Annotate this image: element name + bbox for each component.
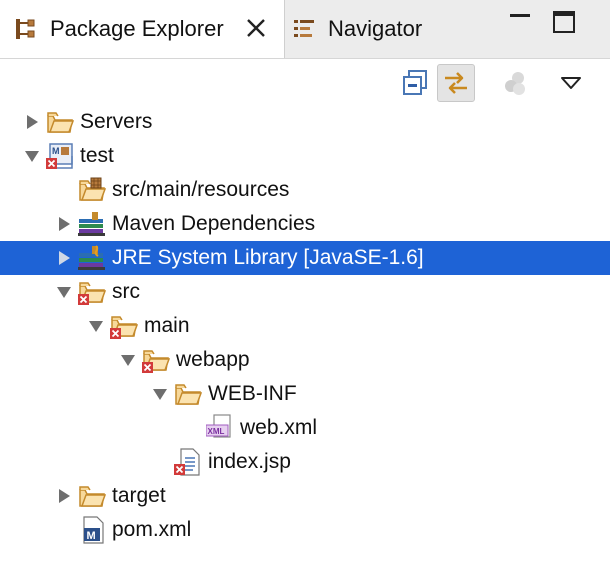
svg-text:M: M — [52, 146, 60, 156]
tree-item[interactable]: webapp — [0, 343, 610, 377]
svg-text:M: M — [87, 530, 96, 542]
tree-item-label: target — [112, 484, 166, 507]
tree-item[interactable]: XML web.xml — [0, 411, 610, 445]
tree-item[interactable]: Servers — [0, 105, 610, 139]
twisty-collapsed-icon[interactable] — [56, 250, 72, 266]
jsp-file-error-icon — [174, 448, 200, 476]
tree-item-label: Servers — [80, 110, 153, 133]
tree-item-label: src/main/resources — [112, 178, 290, 201]
tree-item[interactable]: Mtest — [0, 139, 610, 173]
focus-on-active-task-button[interactable] — [496, 64, 534, 102]
maven-project-error-icon: M — [46, 143, 73, 169]
twisty-expanded-icon[interactable] — [88, 318, 104, 334]
twisty-expanded-icon[interactable] — [120, 352, 136, 368]
folder-icon — [47, 112, 74, 133]
folder-icon — [79, 486, 106, 507]
tree-item[interactable]: src/main/resources — [0, 173, 610, 207]
twisty-collapsed-icon[interactable] — [56, 488, 72, 504]
close-icon[interactable] — [244, 16, 268, 40]
tree-item[interactable]: main — [0, 309, 610, 343]
tree-item-label: src — [112, 280, 140, 303]
folder-error-icon — [142, 350, 170, 373]
svg-text:XML: XML — [208, 427, 225, 436]
tree-item[interactable]: index.jsp — [0, 445, 610, 479]
view-menu-button[interactable] — [552, 64, 590, 102]
tree-item[interactable]: JRE System Library [JavaSE-1.6] — [0, 241, 610, 275]
tab-label: Navigator — [328, 16, 423, 41]
view-tab-bar: Package Explorer Navigator — [0, 0, 610, 59]
package-explorer-icon — [16, 19, 35, 39]
tab-navigator[interactable]: Navigator — [284, 0, 464, 58]
twisty-collapsed-icon[interactable] — [56, 216, 72, 232]
collapse-all-button[interactable] — [396, 64, 434, 102]
tree-item-label: WEB-INF — [208, 382, 297, 405]
tree-item-label: JRE System Library [JavaSE-1.6] — [112, 246, 424, 269]
maven-pom-icon: M — [83, 516, 104, 544]
tree-item[interactable]: Mpom.xml — [0, 513, 610, 547]
collapse-all-icon — [403, 70, 427, 95]
navigator-icon — [294, 20, 314, 37]
link-with-editor-button[interactable] — [437, 64, 475, 102]
tree-item-label: test — [80, 144, 114, 167]
twisty-expanded-icon[interactable] — [56, 284, 72, 300]
twisty-collapsed-icon[interactable] — [24, 114, 40, 130]
maximize-icon[interactable] — [552, 10, 576, 34]
link-with-editor-icon — [445, 72, 467, 94]
tree-item-label: main — [144, 314, 190, 337]
twisty-expanded-icon[interactable] — [152, 386, 168, 402]
tab-package-explorer[interactable]: Package Explorer — [0, 0, 285, 58]
tab-label: Package Explorer — [50, 16, 224, 41]
tree-item-label: pom.xml — [112, 518, 192, 541]
tree-item-label: webapp — [176, 348, 250, 371]
minimize-icon[interactable] — [508, 10, 532, 34]
jre-library-icon — [78, 245, 105, 270]
tree-item-label: Maven Dependencies — [112, 212, 316, 235]
folder-icon — [175, 384, 202, 405]
xml-file-icon: XML — [206, 414, 231, 438]
folder-error-icon — [78, 282, 106, 305]
tree-item[interactable]: Maven Dependencies — [0, 207, 610, 241]
task-focus-icon — [505, 72, 525, 95]
folder-error-icon — [110, 316, 138, 339]
tree-item-label: index.jsp — [208, 450, 291, 473]
tree-item-label: web.xml — [240, 416, 318, 439]
twisty-expanded-icon[interactable] — [24, 148, 40, 164]
tree-item[interactable]: WEB-INF — [0, 377, 610, 411]
tree-item[interactable]: target — [0, 479, 610, 513]
package-folder-icon — [79, 177, 106, 201]
tree-item[interactable]: src — [0, 275, 610, 309]
library-icon — [78, 212, 105, 236]
chevron-down-icon — [561, 77, 581, 89]
